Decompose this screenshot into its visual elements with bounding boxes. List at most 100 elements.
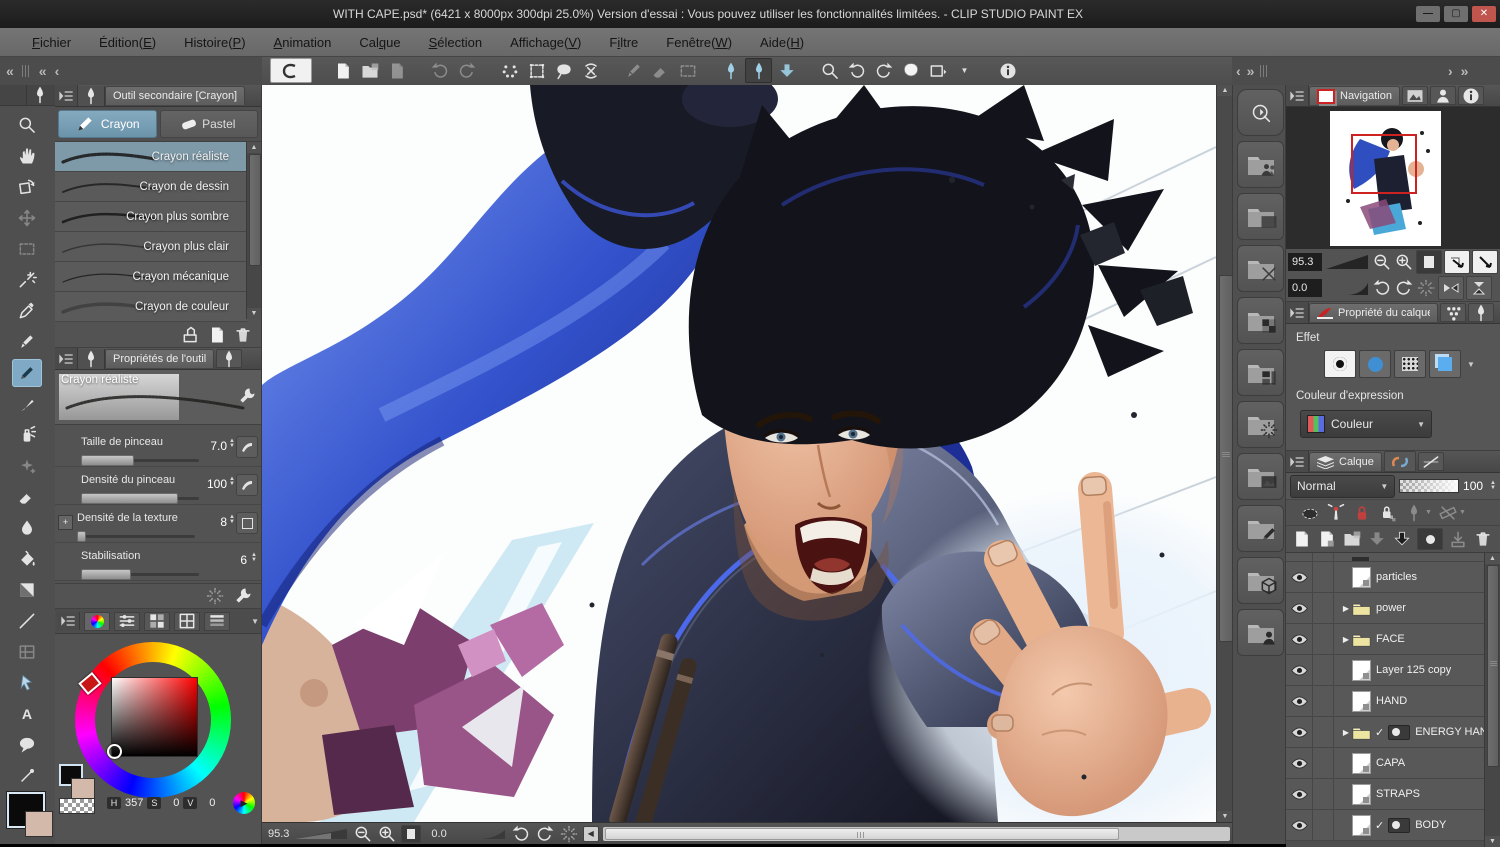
materials-3d-button[interactable] xyxy=(1237,557,1284,604)
layer-row-body[interactable]: ✓ BODY xyxy=(1286,810,1485,841)
layer-row-hand[interactable]: HAND xyxy=(1286,686,1485,717)
layer-scroll-down-icon[interactable]: ▼ xyxy=(1485,836,1500,847)
scroll-up-icon[interactable]: ▲ xyxy=(247,142,261,153)
tab-layer-property[interactable]: Propriété du calque xyxy=(1309,303,1438,322)
nav-zoom-out-icon[interactable] xyxy=(1372,252,1392,272)
layer-visibility-toggle[interactable] xyxy=(1286,779,1313,809)
move-tool[interactable] xyxy=(12,204,42,232)
nav-rotation-value[interactable]: 0.0 xyxy=(1288,279,1322,297)
menu-fichier[interactable]: Fichier xyxy=(18,35,85,50)
hand-tool[interactable] xyxy=(12,142,42,170)
csp-logo[interactable] xyxy=(270,58,312,83)
menu-calque[interactable]: Calque xyxy=(345,35,414,50)
rotation-slider[interactable] xyxy=(451,827,507,841)
gradient-tool[interactable] xyxy=(12,576,42,604)
menu-animation[interactable]: Animation xyxy=(260,35,346,50)
brush-item-crayon-plus-clair[interactable]: Crayon plus clair xyxy=(55,232,247,262)
tool-property-menu-icon[interactable] xyxy=(55,348,78,369)
materials-drawing-button[interactable] xyxy=(1237,505,1284,552)
new-canvas-button[interactable] xyxy=(330,59,355,82)
layer-scroll-thumb[interactable] xyxy=(1487,565,1499,767)
erase-selection-button[interactable] xyxy=(648,59,673,82)
decoration-tool[interactable] xyxy=(12,452,42,480)
rotate-view-left-button[interactable] xyxy=(844,59,869,82)
tab-animation-cels[interactable] xyxy=(1417,452,1444,471)
layer-visibility-toggle[interactable] xyxy=(1286,717,1313,747)
tab-pen-settings[interactable] xyxy=(1468,303,1494,322)
layer-row-energy-hand[interactable]: ▶ ✓ ENERGY HAND xyxy=(1286,717,1485,748)
layer-visibility-toggle[interactable] xyxy=(1286,686,1313,716)
nav-fit-icon[interactable] xyxy=(1416,250,1442,274)
brush-item-crayon-plus-sombre[interactable]: Crayon plus sombre xyxy=(55,202,247,232)
nav-flip-vertical-icon[interactable] xyxy=(1466,276,1492,300)
balloon-tool[interactable] xyxy=(12,731,42,759)
brush-item-crayon-de-dessin[interactable]: Crayon de dessin xyxy=(55,172,247,202)
reference-layer-icon[interactable] xyxy=(1326,503,1346,523)
operation-tool[interactable] xyxy=(12,669,42,697)
effect-layer-color-button[interactable] xyxy=(1429,350,1461,378)
canvas-scroll-down-icon[interactable]: ▼ xyxy=(1217,811,1233,822)
layer-thumbnail[interactable] xyxy=(1352,814,1371,836)
canvas-vscrollbar[interactable]: ▲ ▼ xyxy=(1216,85,1233,822)
nav-flip-horizontal-icon[interactable] xyxy=(1438,276,1464,300)
zoom-tool[interactable] xyxy=(12,111,42,139)
mask-link-check-icon[interactable]: ✓ xyxy=(1375,726,1384,739)
save-file-button[interactable] xyxy=(384,59,409,82)
slider-value[interactable]: 7.0 xyxy=(210,439,227,453)
menu-aideh[interactable]: Aide(H) xyxy=(746,35,818,50)
tab-layers[interactable]: Calque xyxy=(1309,452,1382,471)
slider-stepper[interactable]: ▲ ▼ xyxy=(229,438,235,449)
zoom-out-icon[interactable] xyxy=(353,824,373,844)
slider-track[interactable] xyxy=(81,569,199,580)
effect-tone-button[interactable] xyxy=(1394,350,1426,378)
opacity-stepper[interactable]: ▲ ▼ xyxy=(1490,480,1496,491)
panel-menu-icon[interactable] xyxy=(0,85,27,105)
navigation-preview[interactable] xyxy=(1286,107,1500,249)
nav-zoom-100-icon[interactable] xyxy=(1444,250,1470,274)
reset-rotation-icon[interactable] xyxy=(559,824,579,844)
eraser-tool[interactable] xyxy=(12,483,42,511)
tab-information[interactable] xyxy=(1457,86,1484,105)
collapse-right-single-icon[interactable]: ‹ xyxy=(1236,58,1241,84)
tab-color-wheel[interactable] xyxy=(84,611,110,631)
transfer-down-icon[interactable] xyxy=(1367,529,1387,549)
blend-tool[interactable] xyxy=(12,514,42,542)
delete-subtool-icon[interactable] xyxy=(233,325,253,345)
layer-spare-cell[interactable] xyxy=(1313,810,1334,840)
new-folder-icon[interactable] xyxy=(1342,529,1362,549)
navigation-menu-icon[interactable] xyxy=(1286,85,1309,106)
pencil-tool[interactable] xyxy=(12,359,42,387)
hscroll-left-icon[interactable]: ◀ xyxy=(582,825,599,842)
eyedropper-tool[interactable] xyxy=(12,297,42,325)
pen-tool[interactable] xyxy=(12,328,42,356)
tab-color-history[interactable] xyxy=(204,611,230,631)
slider-track[interactable] xyxy=(81,455,199,466)
tab-tone[interactable] xyxy=(1440,303,1466,322)
layer-mask-thumbnail[interactable] xyxy=(1388,817,1411,833)
brush-item-crayon-m-canique[interactable]: Crayon mécanique xyxy=(55,262,247,292)
paint-selection-button[interactable] xyxy=(551,59,576,82)
tab-intermediate-color[interactable] xyxy=(174,611,200,631)
layer-thumbnail[interactable] xyxy=(1352,659,1371,681)
minimize-button[interactable]: — xyxy=(1416,6,1440,22)
correct-line-tool[interactable] xyxy=(12,762,42,790)
menu-slection[interactable]: Sélection xyxy=(415,35,496,50)
layer-row-power[interactable]: ▶ power xyxy=(1286,593,1485,624)
sub-color-mini-swatch[interactable] xyxy=(71,778,95,800)
snap-to-special-ruler-button[interactable] xyxy=(745,58,772,83)
brush-scroll-thumb[interactable] xyxy=(249,154,261,266)
tab-item-bank[interactable] xyxy=(1429,86,1456,105)
layer-visibility-toggle[interactable] xyxy=(1286,593,1313,623)
auto-select-tool[interactable] xyxy=(12,266,42,294)
tool-settings-icon[interactable] xyxy=(233,586,253,606)
airbrush-tool[interactable] xyxy=(12,421,42,449)
tab-navigation[interactable]: Navigation xyxy=(1309,86,1400,105)
slider-value[interactable]: 6 xyxy=(240,553,247,567)
layer-spare-cell[interactable] xyxy=(1313,624,1334,654)
blend-mode-dropdown[interactable]: Normal ▼ xyxy=(1290,474,1396,498)
dock-grip[interactable] xyxy=(21,64,31,77)
layer-spare-cell[interactable] xyxy=(1313,717,1334,747)
apply-mask-icon[interactable] xyxy=(1448,529,1468,549)
tab-layer-search[interactable] xyxy=(1383,451,1416,472)
sv-square[interactable] xyxy=(111,677,198,757)
